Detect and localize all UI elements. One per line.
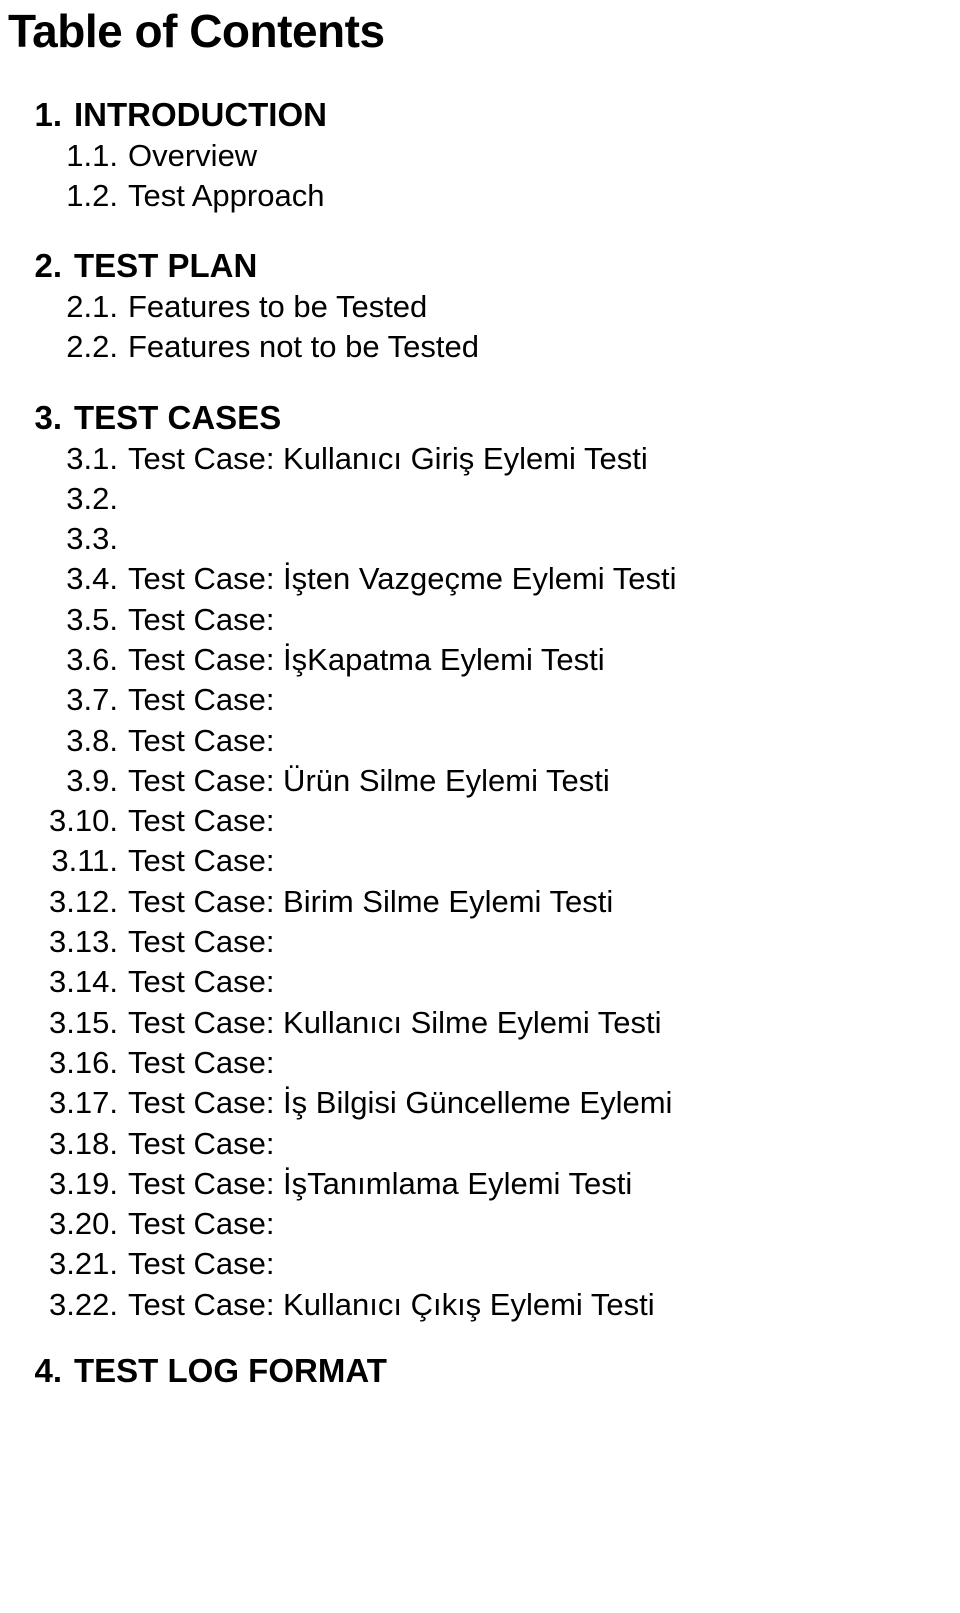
toc-entry[interactable]: 3.14. Test Case: xyxy=(0,962,960,1002)
toc-entry-label: Test Case: Kullanıcı Giriş Eylemi Testi xyxy=(128,440,648,476)
toc-entry-number: 3.17. xyxy=(49,1085,118,1121)
toc-entry-label: Test Case: Kullanıcı Çıkış Eylemi Testi xyxy=(128,1286,655,1322)
toc-entry-number: 3.8. xyxy=(66,722,118,758)
toc-entry-label: Test Case: xyxy=(128,1206,275,1242)
toc-entry-label: Test Case: İşKapatma Eylemi Testi xyxy=(128,641,605,677)
document-page: Table of Contents 1. INTRODUCTION 1.1. Over… xyxy=(0,6,960,1613)
toc-entry[interactable]: 3.22. Test Case: Kullanıcı Çıkış Eylemi T… xyxy=(0,1285,960,1325)
toc-entry-number: 1. xyxy=(34,95,62,133)
toc-entry[interactable]: 3. TEST CASES xyxy=(0,398,960,439)
toc-entry-number: 3.3. xyxy=(66,521,118,557)
toc-entry[interactable]: 2.2. Features not to be Tested xyxy=(0,327,960,367)
toc-entry-label: Test Case: İşten Vazgeçme Eylemi Testi xyxy=(128,561,677,597)
toc-entry-number: 3.4. xyxy=(66,561,118,597)
toc-entry-label: Test Case: xyxy=(128,1125,275,1161)
toc-entry-label: Test Case: xyxy=(128,722,275,758)
toc-entry-number: 3.15. xyxy=(49,1004,118,1040)
toc-entry-number: 3.7. xyxy=(66,682,118,718)
toc-entry-number: 3.13. xyxy=(49,924,118,960)
toc-entry[interactable]: 3.1. Test Case: Kullanıcı Giriş Eylemi Te… xyxy=(0,439,960,479)
toc-entry[interactable]: 3.4. Test Case: İşten Vazgeçme Eylemi Tes… xyxy=(0,559,960,599)
toc-entry[interactable]: 1.1. Overview xyxy=(0,136,960,176)
toc-entry-number: 4. xyxy=(34,1352,62,1390)
toc-entry-number: 3.10. xyxy=(49,803,118,839)
toc-entry-number: 3.14. xyxy=(49,964,118,1000)
toc-entry-number: 3.9. xyxy=(66,762,118,798)
toc-entry-label: Test Case: Ürün Silme Eylemi Testi xyxy=(128,762,610,798)
toc-entry-label: Test Case: İşTanımlama Eylemi Testi xyxy=(128,1165,633,1201)
toc-entry-number: 3.22. xyxy=(49,1286,118,1322)
toc-entry-label: Overview xyxy=(128,137,258,173)
toc-entry-number: 3.19. xyxy=(49,1165,118,1201)
toc-entry[interactable]: 3.20. Test Case: xyxy=(0,1204,960,1244)
toc-entry-number: 3.1. xyxy=(66,440,118,476)
toc-entry-number: 1.1. xyxy=(66,137,118,173)
toc-entry[interactable]: 3.21. Test Case: xyxy=(0,1244,960,1284)
toc-entry[interactable]: 1.2. Test Approach xyxy=(0,176,960,216)
toc-entry[interactable]: 3.12. Test Case: Birim Silme Eylemi Testi xyxy=(0,882,960,922)
toc-entry[interactable]: 3.5. Test Case: xyxy=(0,600,960,640)
toc-entry[interactable]: 3.3. xyxy=(0,519,960,559)
toc-entry[interactable]: 3.11. Test Case: xyxy=(0,841,960,881)
toc-entry-number: 2.1. xyxy=(66,289,118,324)
toc-entry[interactable]: 3.10. Test Case: xyxy=(0,801,960,841)
toc-entry-label: Test Approach xyxy=(128,177,325,213)
toc-entry[interactable]: 3.8. Test Case: xyxy=(0,721,960,761)
toc-entry-number: 3.12. xyxy=(49,883,118,919)
toc-entry[interactable]: 3.6. Test Case: İşKapatma Eylemi Testi xyxy=(0,640,960,680)
toc-entry-label: Test Case: xyxy=(128,601,275,637)
toc-entry-label: TEST PLAN xyxy=(74,247,258,285)
toc-entry-label: Test Case: xyxy=(128,1044,275,1080)
toc-entry[interactable]: 4. TEST LOG FORMAT xyxy=(0,1351,960,1392)
table-of-contents-list: 1. INTRODUCTION 1.1. Overview 1.2. Test Appro… xyxy=(0,95,960,1392)
toc-entry-label: TEST CASES xyxy=(74,398,282,436)
toc-entry[interactable]: 3.13. Test Case: xyxy=(0,922,960,962)
toc-entry[interactable]: 3.19. Test Case: İşTanımlama Eylemi Testi xyxy=(0,1164,960,1204)
toc-entry[interactable]: 3.2. xyxy=(0,479,960,519)
toc-entry-label: Test Case: xyxy=(128,843,275,879)
toc-entry-number: 3.20. xyxy=(49,1206,118,1242)
toc-entry[interactable]: 1. INTRODUCTION xyxy=(0,95,960,136)
page-title: Table of Contents xyxy=(8,5,385,57)
toc-entry-label: INTRODUCTION xyxy=(74,95,327,133)
toc-entry-number: 2. xyxy=(34,247,62,285)
toc-entry[interactable]: 3.15. Test Case: Kullanıcı Silme Eylemi T… xyxy=(0,1003,960,1043)
toc-entry-label: Test Case: xyxy=(128,964,275,1000)
toc-entry[interactable]: 3.9. Test Case: Ürün Silme Eylemi Testi xyxy=(0,761,960,801)
toc-entry-label: Test Case: xyxy=(128,1246,275,1282)
toc-entry[interactable]: 2.1. Features to be Tested xyxy=(0,287,960,327)
toc-entry-number: 3.18. xyxy=(49,1125,118,1161)
toc-entry-label: Features to be Tested xyxy=(128,289,428,324)
toc-entry-label: Test Case: Birim Silme Eylemi Testi xyxy=(128,883,614,919)
toc-entry-label: Test Case: xyxy=(128,803,275,839)
toc-entry[interactable]: 3.7. Test Case: xyxy=(0,680,960,720)
toc-entry-number: 3.6. xyxy=(66,641,118,677)
toc-entry-label: TEST LOG FORMAT xyxy=(74,1352,387,1390)
toc-entry-number: 3. xyxy=(34,398,62,436)
toc-entry-number: 2.2. xyxy=(66,329,118,365)
toc-entry-number: 3.11. xyxy=(51,843,118,879)
toc-entry[interactable]: 3.16. Test Case: xyxy=(0,1043,960,1083)
toc-entry-label: Test Case: xyxy=(128,682,275,718)
toc-entry[interactable]: 3.18. Test Case: xyxy=(0,1124,960,1164)
toc-entry-label: Features not to be Tested xyxy=(128,329,479,365)
toc-entry-number: 3.2. xyxy=(66,480,118,516)
toc-entry-label: Test Case: xyxy=(128,924,275,960)
toc-entry-number: 3.5. xyxy=(66,601,118,637)
toc-entry-label: Test Case: İş Bilgisi Güncelleme Eylemi xyxy=(128,1085,673,1121)
toc-entry-number: 1.2. xyxy=(66,177,118,213)
toc-entry-label: Test Case: Kullanıcı Silme Eylemi Testi xyxy=(128,1004,662,1040)
toc-entry[interactable]: 3.17. Test Case: İş Bilgisi Güncelleme Ey… xyxy=(0,1083,960,1123)
toc-entry-number: 3.16. xyxy=(49,1044,118,1080)
toc-entry-number: 3.21. xyxy=(49,1246,118,1282)
toc-entry[interactable]: 2. TEST PLAN xyxy=(0,246,960,287)
